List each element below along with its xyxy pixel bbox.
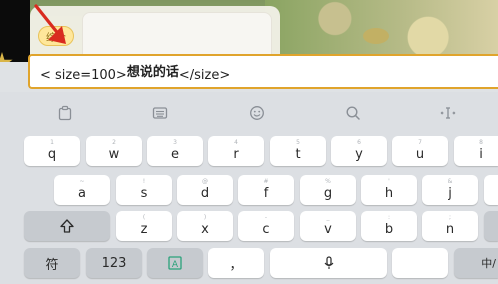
key-k[interactable]: *k	[484, 175, 498, 205]
cursor-move-icon[interactable]	[437, 102, 459, 124]
text-mode-icon: A	[147, 248, 203, 278]
input-prefix: < size=100>	[40, 68, 127, 83]
microphone-icon	[270, 248, 387, 278]
key-f[interactable]: # f	[238, 175, 294, 205]
left-edge-panel	[0, 0, 30, 62]
keyboard-layout-icon[interactable]	[149, 102, 171, 124]
key-d[interactable]: @ d	[177, 175, 233, 205]
key-n[interactable]: ; n	[422, 211, 478, 241]
key-r[interactable]: 4r	[208, 136, 264, 166]
key-b[interactable]: :b	[361, 211, 417, 241]
shift-icon	[24, 211, 110, 241]
svg-text:A: A	[172, 260, 179, 270]
clipboard-icon[interactable]	[54, 102, 76, 124]
soft-keyboard: 1q 2w 3e 4r 5t 6y 7u 8i ~ a ! s @ d # f % g '…	[0, 92, 498, 284]
input-suffix: </size>	[178, 68, 231, 83]
red-arrow-icon	[34, 4, 66, 44]
key-i[interactable]: 8i	[454, 136, 498, 166]
key-y[interactable]: 6y	[331, 136, 387, 166]
key-q[interactable]: 1q	[24, 136, 80, 166]
search-icon[interactable]	[342, 102, 364, 124]
chat-input-field[interactable]: < size=100>想说的话</size>	[28, 54, 498, 89]
numbers-key[interactable]: 123	[86, 248, 142, 278]
key-v[interactable]: _ v	[300, 211, 356, 241]
key-z[interactable]: (z	[116, 211, 172, 241]
input-message: 想说的话	[126, 65, 179, 80]
key-a[interactable]: ~ a	[54, 175, 110, 205]
key-s[interactable]: ! s	[116, 175, 172, 205]
emoji-icon[interactable]	[246, 102, 268, 124]
key-u[interactable]: 7u	[392, 136, 448, 166]
space-key[interactable]	[270, 248, 387, 278]
language-switch-key[interactable]: 中/	[454, 248, 498, 278]
key-w[interactable]: 2w	[86, 136, 142, 166]
scene-object	[363, 28, 389, 44]
key-h[interactable]: ' h	[361, 175, 417, 205]
key-c[interactable]: -c	[238, 211, 294, 241]
game-area: 综合	[0, 0, 498, 62]
symbols-key[interactable]: 符	[24, 248, 80, 278]
chat-input-text: < size=100>想说的话</size>	[40, 64, 230, 83]
key-x[interactable]: ) x	[177, 211, 233, 241]
shift-key[interactable]	[24, 211, 110, 241]
backspace-key[interactable]	[484, 211, 498, 241]
key-j[interactable]: & j	[422, 175, 478, 205]
input-mode-key[interactable]: A	[147, 248, 203, 278]
key-t[interactable]: 5t	[270, 136, 326, 166]
key-g[interactable]: % g	[300, 175, 356, 205]
key-e[interactable]: 3e	[147, 136, 203, 166]
comma-key[interactable]: ，	[208, 248, 264, 278]
period-key[interactable]	[392, 248, 448, 278]
